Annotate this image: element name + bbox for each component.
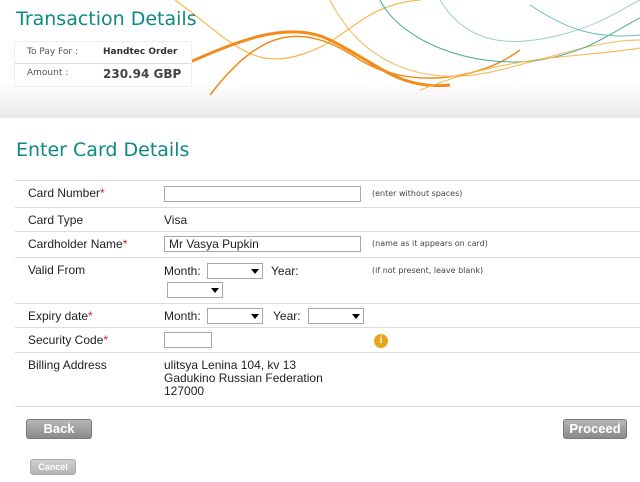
to-pay-for-row: To Pay For : Handtec Order	[15, 43, 191, 64]
card-number-input[interactable]	[164, 186, 361, 202]
cardholder-label: Cardholder Name*	[28, 237, 128, 251]
valid-from-month-select[interactable]	[207, 263, 263, 279]
cardholder-input[interactable]	[164, 236, 361, 252]
transaction-summary: To Pay For : Handtec Order Amount : 230.…	[15, 42, 191, 86]
expiry-label: Expiry date*	[28, 309, 93, 323]
security-code-row: Security Code* i	[15, 327, 640, 352]
to-pay-for-label: To Pay For :	[27, 47, 79, 57]
card-details-title: Enter Card Details	[16, 139, 190, 161]
expiry-month-select[interactable]	[207, 308, 263, 324]
card-number-hint: (enter without spaces)	[372, 189, 463, 198]
cardholder-row: Cardholder Name* (name as it appears on …	[15, 231, 640, 257]
billing-address-line1: ulitsya Lenina 104, kv 13	[164, 358, 297, 372]
expiry-row: Expiry date* Month: Year:	[15, 303, 640, 327]
amount-row: Amount : 230.94 GBP	[15, 64, 191, 84]
valid-from-label: Valid From	[28, 263, 86, 277]
card-number-row: Card Number* (enter without spaces)	[15, 180, 640, 207]
info-icon[interactable]: i	[374, 334, 388, 348]
valid-from-month-label: Month:	[164, 264, 201, 278]
card-number-label: Card Number*	[28, 186, 105, 200]
cardholder-hint: (name as it appears on card)	[372, 239, 488, 248]
chevron-down-icon	[211, 288, 219, 293]
cancel-button[interactable]: Cancel	[30, 459, 76, 475]
card-type-value: Visa	[164, 213, 188, 227]
card-details-form: Card Number* (enter without spaces) Card…	[15, 180, 640, 407]
expiry-year-label: Year:	[273, 309, 301, 323]
security-code-label: Security Code*	[28, 333, 109, 347]
expiry-month-label: Month:	[164, 309, 201, 323]
valid-from-year-label: Year:	[271, 264, 299, 278]
valid-from-year-select[interactable]	[167, 282, 223, 298]
card-type-row: Card Type Visa	[15, 207, 640, 231]
to-pay-for-value: Handtec Order	[103, 47, 178, 57]
valid-from-row: Valid From Month: Year: (if not present,…	[15, 257, 640, 303]
chevron-down-icon	[251, 314, 259, 319]
billing-address-label: Billing Address	[28, 358, 107, 372]
expiry-year-select[interactable]	[308, 308, 364, 324]
transaction-header: Transaction Details To Pay For : Handtec…	[0, 0, 640, 118]
billing-address-line2: Gadukino Russian Federation	[164, 371, 323, 385]
security-code-input[interactable]	[164, 332, 212, 348]
amount-value: 230.94 GBP	[103, 67, 182, 81]
transaction-title: Transaction Details	[16, 8, 197, 30]
card-type-label: Card Type	[28, 213, 84, 227]
chevron-down-icon	[251, 269, 259, 274]
proceed-button[interactable]: Proceed	[563, 419, 627, 439]
valid-from-hint: (if not present, leave blank)	[372, 266, 484, 275]
billing-address-row: Billing Address ulitsya Lenina 104, kv 1…	[15, 352, 640, 407]
billing-address-line3: 127000	[164, 384, 205, 398]
amount-label: Amount :	[27, 68, 69, 78]
chevron-down-icon	[352, 314, 360, 319]
back-button[interactable]: Back	[26, 419, 92, 439]
